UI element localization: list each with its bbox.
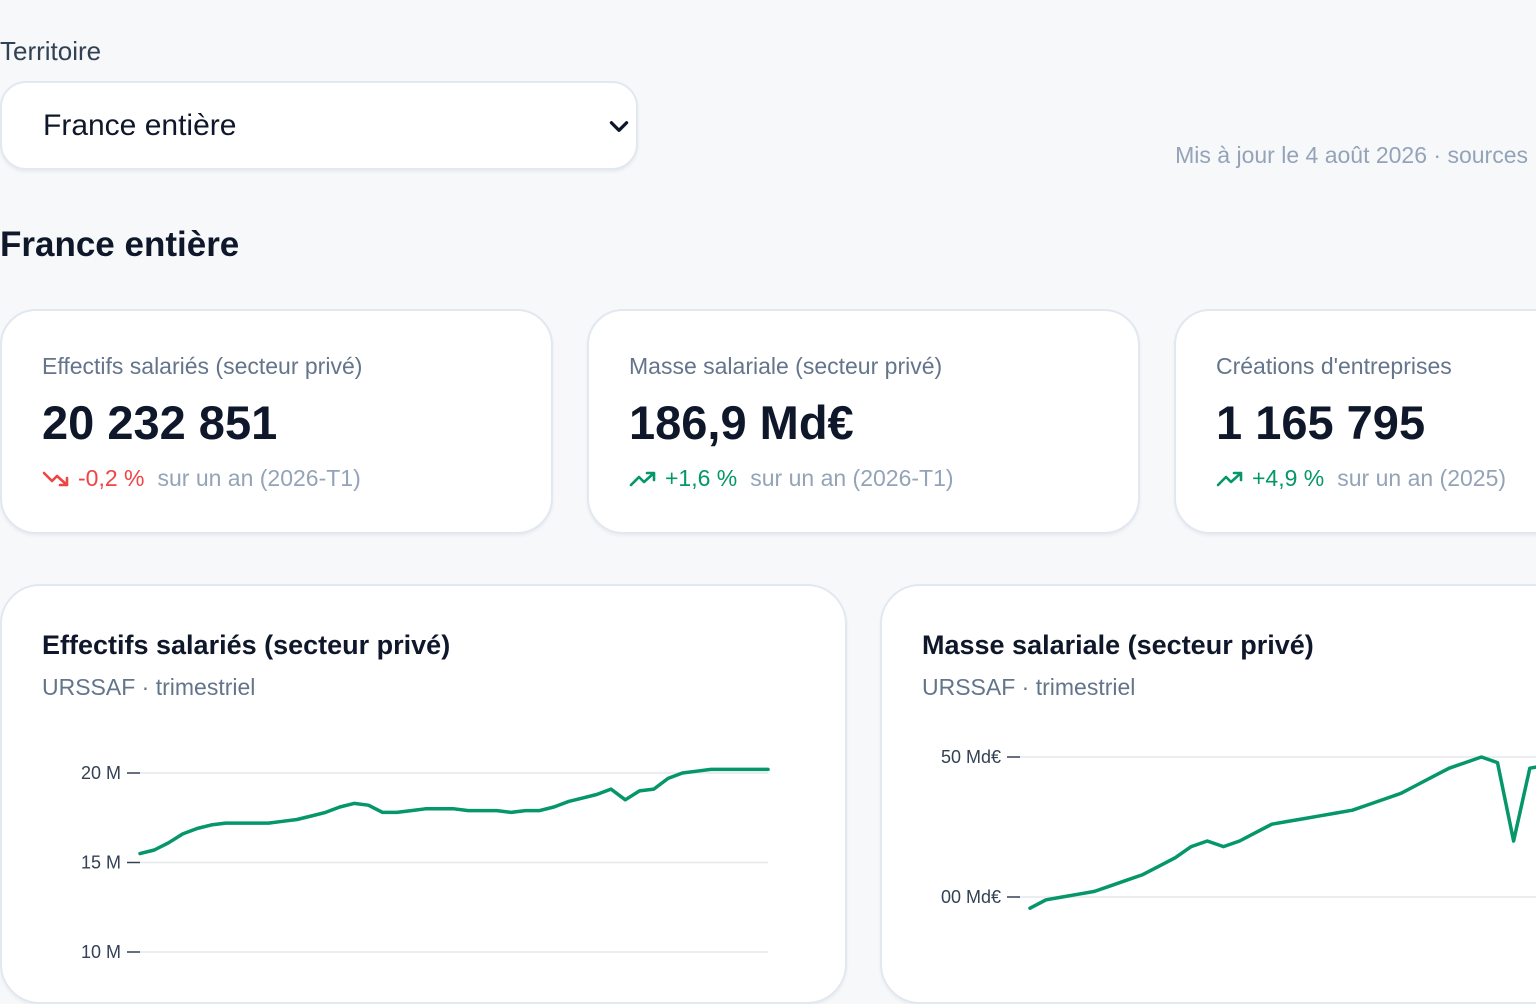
y-tick-label: 50 Md€ xyxy=(941,747,1001,767)
kpi-label: Masse salariale (secteur privé) xyxy=(629,353,943,379)
section-title: France entière xyxy=(0,225,240,264)
masse-salariale-line-chart: 50 Md€ 00 Md€ xyxy=(941,747,1536,910)
chart-card-effectifs: Effectifs salariés (secteur privé) URSSA… xyxy=(0,584,847,1004)
territory-filter-label: Territoire xyxy=(0,36,102,66)
kpi-trend: -0,2 % sur un an (2026-T1) xyxy=(42,465,361,492)
kpi-change-period: sur un an (2025) xyxy=(1337,465,1507,491)
y-tick-label: 20 M xyxy=(81,763,121,783)
y-tick-label: 10 M xyxy=(81,942,121,962)
trending-down-icon xyxy=(42,471,69,486)
kpi-value: 1 165 795 xyxy=(1216,396,1426,449)
effectifs-line-chart: 20 M 15 M 10 M xyxy=(81,763,770,962)
kpi-change: -0,2 % xyxy=(78,465,145,491)
y-tick-label: 15 M xyxy=(81,853,121,873)
kpi-card-creations-entreprises: Créations d'entreprises 1 165 795 +4,9 %… xyxy=(1174,309,1536,534)
kpi-change: +1,6 % xyxy=(665,465,738,491)
kpi-change-period: sur un an (2026-T1) xyxy=(157,465,361,491)
chart-card-masse-salariale: Masse salariale (secteur privé) URSSAF ·… xyxy=(880,584,1536,1004)
chevron-down-icon xyxy=(609,121,629,132)
territory-select-value: France entière xyxy=(43,108,237,142)
kpi-change: +4,9 % xyxy=(1252,465,1325,491)
kpi-card-effectifs: Effectifs salariés (secteur privé) 20 23… xyxy=(0,309,553,534)
territory-select[interactable]: France entière xyxy=(0,81,638,170)
trending-up-icon xyxy=(629,471,656,486)
kpi-value: 186,9 Md€ xyxy=(629,396,854,449)
kpi-change-period: sur un an (2026-T1) xyxy=(750,465,954,491)
kpi-label: Créations d'entreprises xyxy=(1216,353,1452,379)
last-updated-text: Mis à jour le 4 août 2026 · sources xyxy=(1175,142,1528,168)
series-line xyxy=(138,767,770,856)
y-tick-label: 00 Md€ xyxy=(941,887,1001,907)
kpi-value: 20 232 851 xyxy=(42,396,278,449)
series-line xyxy=(1028,755,1536,910)
kpi-label: Effectifs salariés (secteur privé) xyxy=(42,353,363,379)
trending-up-icon xyxy=(1216,471,1243,486)
kpi-card-masse-salariale: Masse salariale (secteur privé) 186,9 Md… xyxy=(587,309,1140,534)
kpi-trend: +1,6 % sur un an (2026-T1) xyxy=(629,465,954,492)
kpi-trend: +4,9 % sur un an (2025) xyxy=(1216,465,1506,492)
